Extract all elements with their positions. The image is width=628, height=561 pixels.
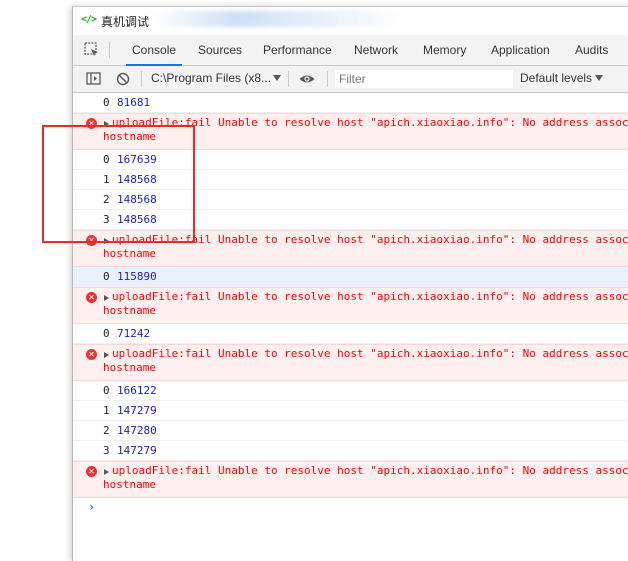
console-prompt[interactable]: › [73, 498, 628, 518]
console-error-row: ✕ uploadFile:fail Unable to resolve host … [73, 461, 628, 498]
levels-dropdown-icon[interactable] [595, 75, 603, 81]
tab-network[interactable]: Network [354, 35, 398, 65]
error-icon: ✕ [86, 292, 97, 303]
error-message-continuation: hostname [103, 247, 156, 260]
error-message: uploadFile:fail Unable to resolve host "… [112, 464, 628, 477]
tab-console[interactable]: Console [125, 35, 183, 66]
console-error-row: ✕ uploadFile:fail Unable to resolve host … [73, 287, 628, 324]
expand-arrow-icon[interactable] [104, 295, 109, 301]
log-index: 2 [103, 424, 110, 437]
expand-arrow-icon[interactable] [104, 352, 109, 358]
panel-tab-bar: Console Sources Performance Network Memo… [73, 35, 628, 66]
sidebar-toggle-icon[interactable] [85, 70, 103, 88]
expand-arrow-icon[interactable] [104, 469, 109, 475]
blurred-region [153, 11, 403, 27]
tab-application[interactable]: Application [491, 35, 550, 65]
log-index: 0 [103, 270, 110, 283]
log-index: 0 [103, 96, 110, 109]
error-message-continuation: hostname [103, 361, 156, 374]
log-value: 147279 [117, 444, 157, 457]
console-toolbar: C:\Program Files (x8... Default levels [73, 66, 628, 93]
console-log-row: 0 81681 [73, 93, 628, 113]
title-bar: </> 真机调试 [73, 7, 628, 35]
log-value: 147279 [117, 404, 157, 417]
toolbar-divider [141, 71, 142, 87]
inspect-element-icon[interactable] [83, 41, 101, 59]
context-dropdown-icon[interactable] [273, 75, 281, 81]
tab-sources[interactable]: Sources [198, 35, 242, 65]
error-message-continuation: hostname [103, 478, 156, 491]
red-annotation-box [42, 125, 195, 243]
prompt-chevron-icon: › [88, 500, 96, 514]
toolbar-divider [288, 71, 289, 87]
eye-icon[interactable] [298, 70, 316, 88]
console-log-row: 1 147279 [73, 401, 628, 421]
tab-performance[interactable]: Performance [263, 35, 332, 65]
log-index: 0 [103, 327, 110, 340]
tab-memory[interactable]: Memory [423, 35, 466, 65]
log-levels-dropdown[interactable]: Default levels [520, 71, 592, 85]
tab-audits[interactable]: Audits [575, 35, 608, 65]
window-title: 真机调试 [101, 15, 150, 29]
console-log-row: 0 115890 [73, 267, 628, 287]
log-value: 81681 [117, 96, 151, 109]
context-selector[interactable]: C:\Program Files (x8... [151, 71, 271, 85]
log-value: 71242 [117, 327, 151, 340]
error-message: uploadFile:fail Unable to resolve host "… [112, 290, 628, 303]
log-index: 0 [103, 384, 110, 397]
clear-console-icon[interactable] [114, 70, 132, 88]
devtools-window: </> 真机调试 Console Sources Performance Net… [72, 6, 628, 561]
error-icon: ✕ [86, 349, 97, 360]
toolbar-divider [327, 71, 328, 87]
error-message: uploadFile:fail Unable to resolve host "… [112, 347, 628, 360]
console-log-row: 3 147279 [73, 441, 628, 461]
console-log-row: 0 166122 [73, 381, 628, 401]
error-message-continuation: hostname [103, 304, 156, 317]
console-error-row: ✕ uploadFile:fail Unable to resolve host … [73, 344, 628, 381]
error-icon: ✕ [86, 466, 97, 477]
log-value: 115890 [117, 270, 157, 283]
log-value: 166122 [117, 384, 157, 397]
log-index: 1 [103, 404, 110, 417]
console-log-row: 2 147280 [73, 421, 628, 441]
console-log-row: 0 71242 [73, 324, 628, 344]
code-icon: </> [81, 14, 97, 25]
filter-input[interactable] [335, 70, 513, 88]
log-value: 147280 [117, 424, 157, 437]
toolbar-divider [109, 42, 110, 58]
log-index: 3 [103, 444, 110, 457]
